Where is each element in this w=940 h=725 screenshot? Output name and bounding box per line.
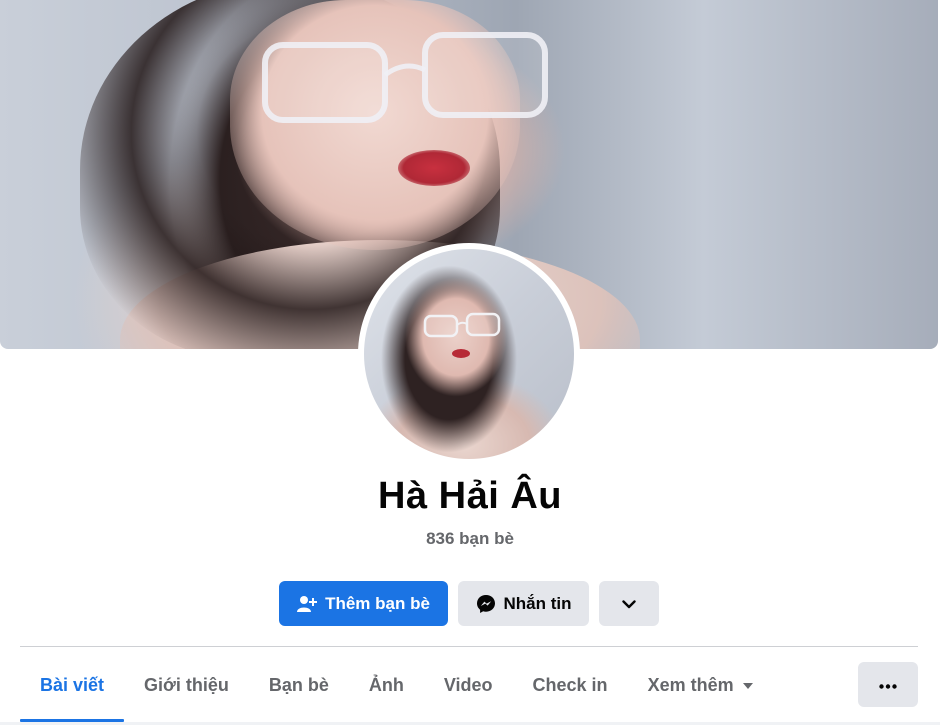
profile-page: Hà Hải Âu 836 bạn bè Thêm bạn bè Nhắn ti… [0, 0, 940, 725]
add-friend-button[interactable]: Thêm bạn bè [279, 581, 448, 626]
tab-label: Video [443, 674, 493, 695]
tab-label: Giới thiệu [144, 674, 229, 695]
tab-overflow-button[interactable] [858, 662, 918, 707]
tab-photos[interactable]: Ảnh [349, 660, 424, 710]
cover-photo-lips [398, 150, 470, 186]
ellipsis-icon [879, 676, 897, 694]
chevron-down-icon [622, 594, 636, 614]
tab-see-more[interactable]: Xem thêm [628, 660, 773, 710]
add-friend-label: Thêm bạn bè [325, 593, 430, 613]
message-button[interactable]: Nhắn tin [458, 581, 589, 626]
profile-tabs: Bài viết Giới thiệu Bạn bè Ảnh Video Che… [20, 660, 773, 724]
profile-name: Hà Hải Âu [378, 475, 562, 517]
message-label: Nhắn tin [503, 593, 572, 613]
tab-label: Bài viết [40, 674, 105, 695]
tab-posts[interactable]: Bài viết [20, 660, 125, 722]
user-plus-icon [297, 595, 318, 613]
caret-down-icon [742, 683, 753, 689]
avatar-lips [452, 349, 470, 358]
tab-label: Ảnh [368, 674, 404, 695]
tab-friends[interactable]: Bạn bè [249, 660, 349, 710]
tab-label: Xem thêm [647, 674, 734, 695]
more-actions-button[interactable] [599, 581, 659, 626]
tab-check-ins[interactable]: Check in [513, 660, 628, 710]
tab-about[interactable]: Giới thiệu [124, 660, 249, 710]
messenger-icon [476, 594, 496, 614]
tab-videos[interactable]: Video [424, 660, 513, 710]
tab-label: Bạn bè [268, 674, 329, 695]
cover-photo-glasses [262, 32, 548, 123]
section-divider [20, 646, 918, 647]
avatar[interactable] [364, 249, 574, 459]
avatar-glasses [423, 312, 501, 338]
tab-label: Check in [532, 674, 608, 695]
friends-count[interactable]: 836 bạn bè [0, 529, 940, 549]
